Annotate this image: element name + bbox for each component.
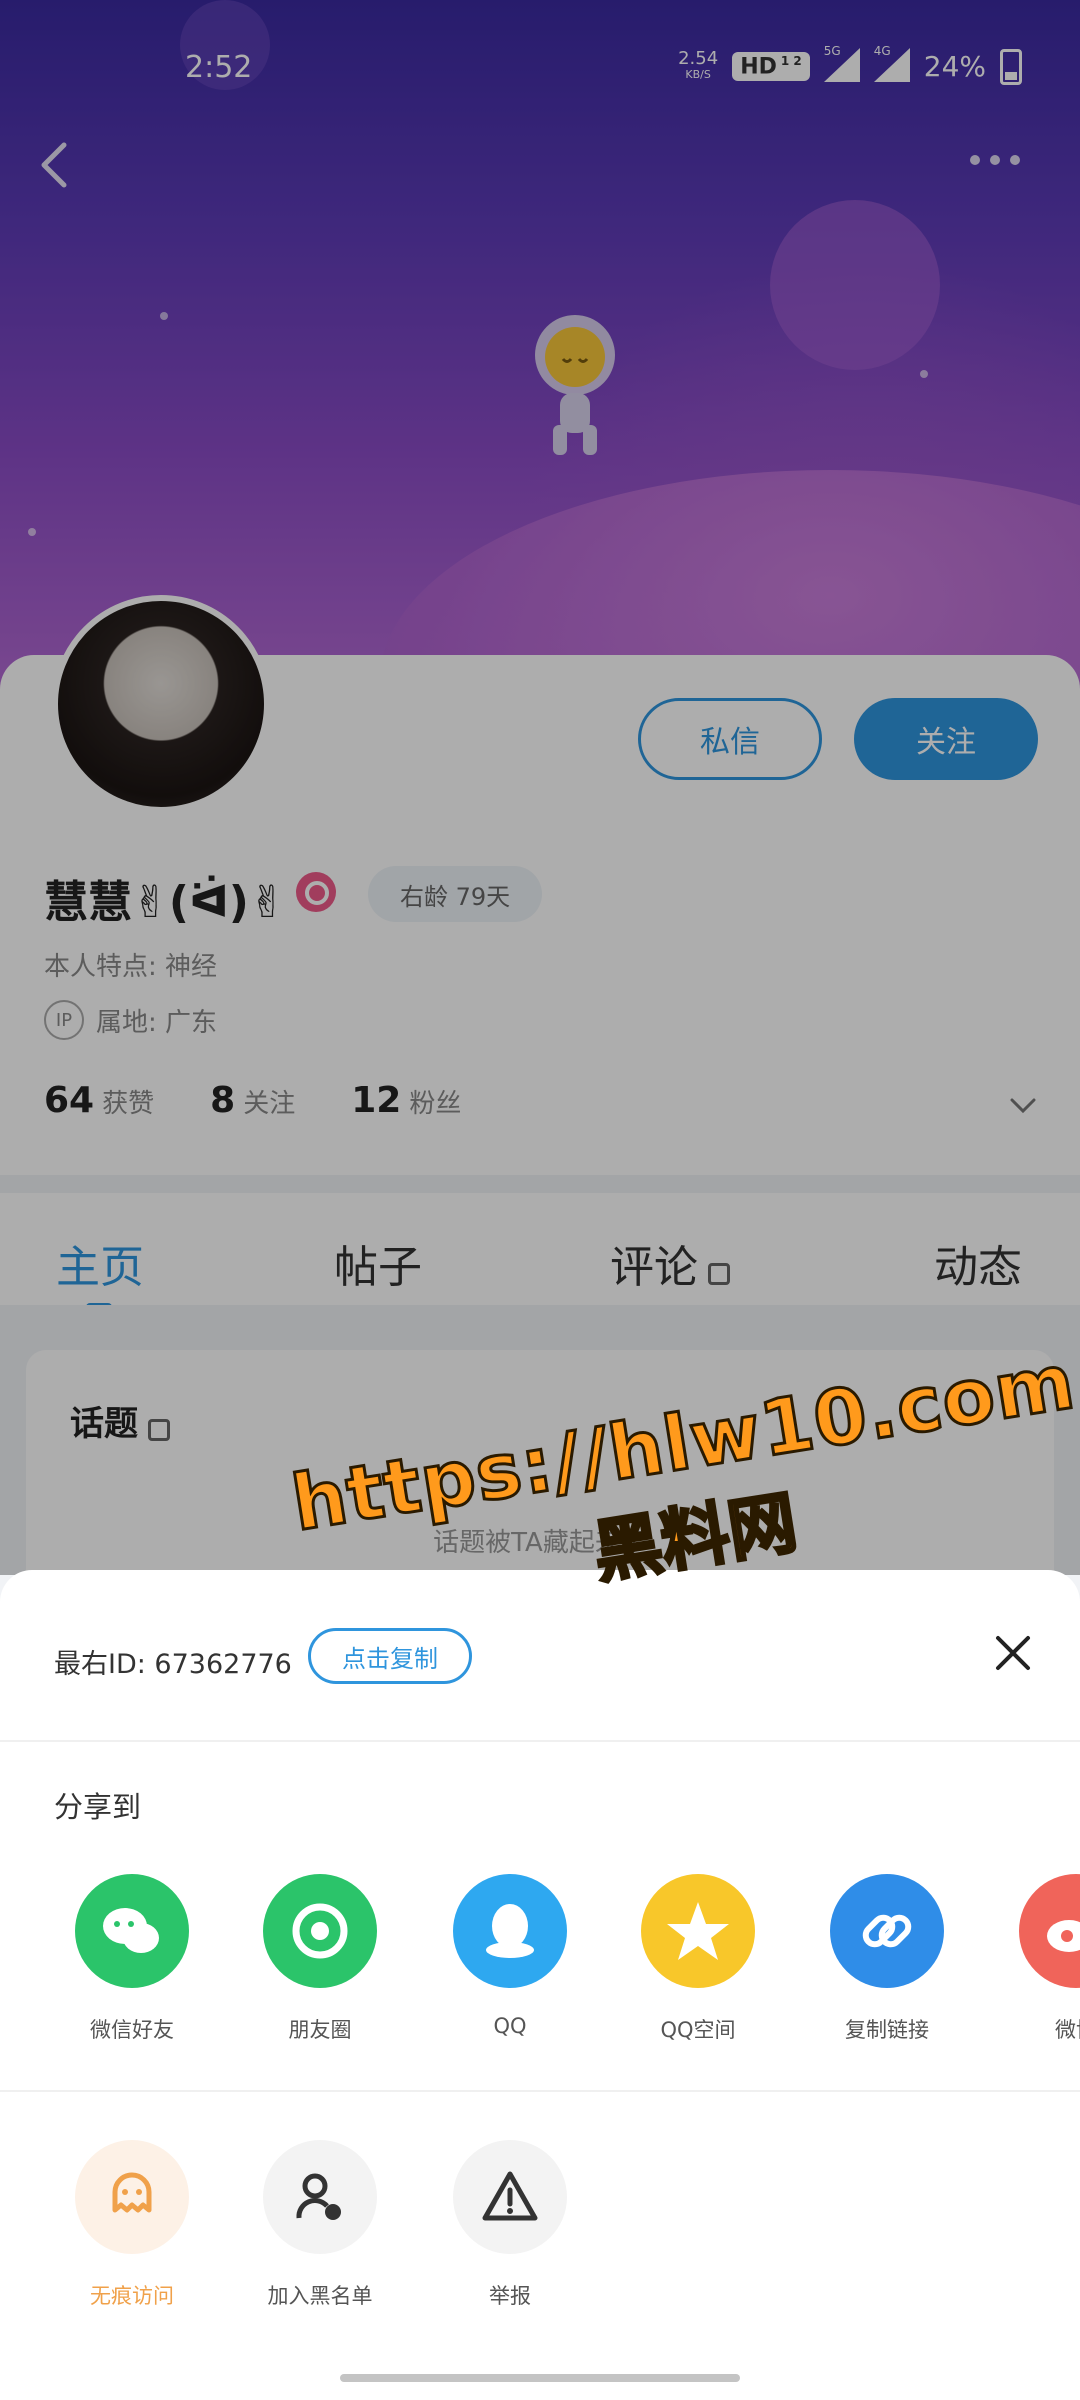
qq-icon — [453, 1874, 567, 1988]
report-icon — [453, 2140, 567, 2254]
share-wechat[interactable]: 微信好友 — [42, 1874, 222, 2044]
share-moments[interactable]: 朋友圈 — [230, 1874, 410, 2044]
report-button[interactable]: 举报 — [420, 2140, 600, 2310]
blacklist-button[interactable]: 加入黑名单 — [230, 2140, 410, 2310]
divider — [0, 2090, 1080, 2092]
wechat-icon — [75, 1874, 189, 1988]
share-copy-link[interactable]: 复制链接 — [797, 1874, 977, 2044]
blacklist-icon — [263, 2140, 377, 2254]
share-sheet: 最右ID: 67362776 点击复制 分享到 微信好友 朋友圈 QQ QQ空间… — [0, 1570, 1080, 2400]
share-qzone[interactable]: QQ空间 — [608, 1874, 788, 2044]
divider — [0, 1740, 1080, 1742]
ghost-icon — [75, 2140, 189, 2254]
user-id: 最右ID: 67362776 — [54, 1649, 292, 1680]
close-icon[interactable] — [990, 1630, 1036, 1676]
incognito-visit-button[interactable]: 无痕访问 — [42, 2140, 222, 2310]
home-indicator[interactable] — [340, 2374, 740, 2382]
moments-icon — [263, 1874, 377, 1988]
share-qq[interactable]: QQ — [420, 1874, 600, 2038]
qzone-icon — [641, 1874, 755, 1988]
weibo-icon — [1019, 1874, 1080, 1988]
profile-actions: 无痕访问 加入黑名单 举报 — [0, 2140, 1080, 2340]
dim-overlay[interactable] — [0, 0, 1080, 1575]
link-icon — [830, 1874, 944, 1988]
share-weibo[interactable]: 微博 — [986, 1874, 1080, 2044]
share-title: 分享到 — [54, 1790, 142, 1824]
share-targets: 微信好友 朋友圈 QQ QQ空间 复制链接 微 — [0, 1874, 1080, 2044]
